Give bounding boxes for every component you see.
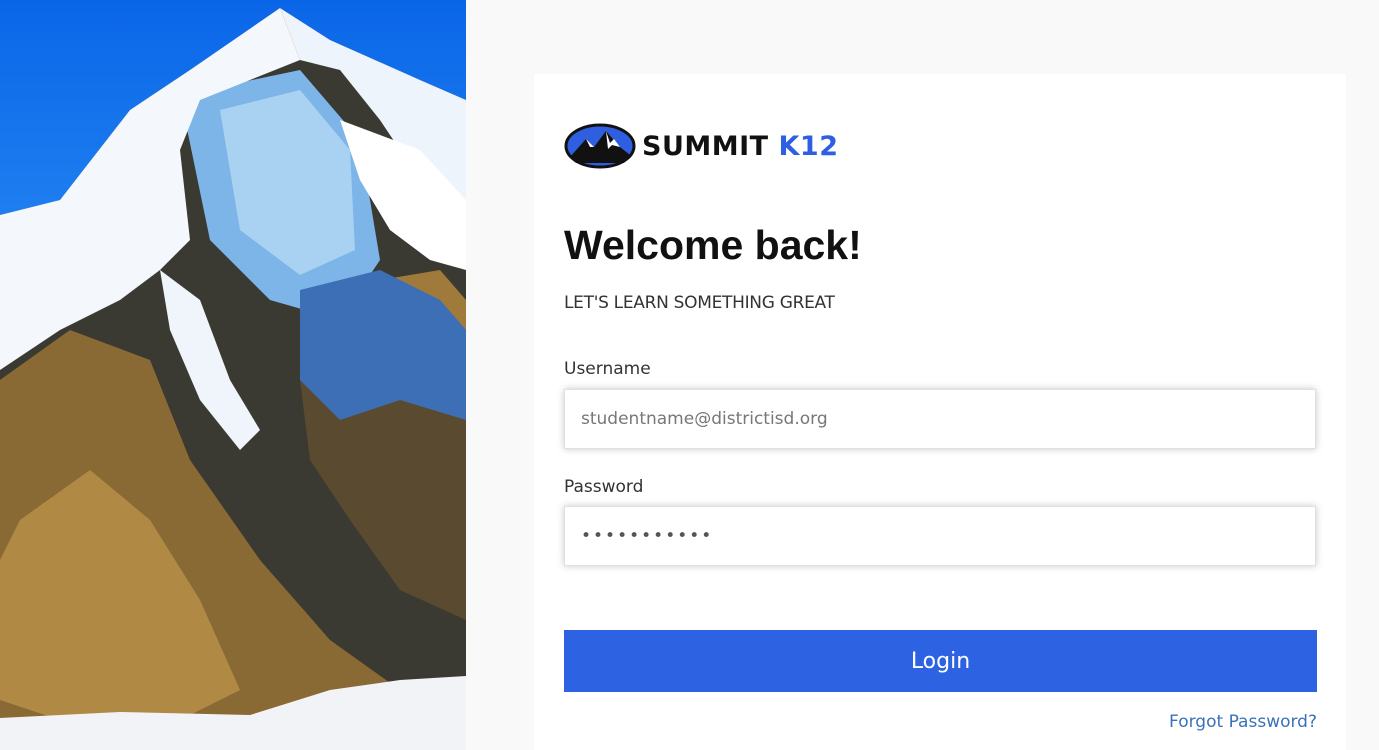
brand-name-suffix: K12 xyxy=(778,130,839,162)
brand-name: SUMMIT K12 xyxy=(642,131,838,162)
hero-mountain-image xyxy=(0,0,466,750)
mountain-logo-icon xyxy=(564,123,636,169)
password-field[interactable] xyxy=(564,506,1316,566)
password-label: Password xyxy=(564,477,644,497)
username-field[interactable] xyxy=(564,389,1316,449)
login-card: SUMMIT K12 Welcome back! LET'S LEARN SOM… xyxy=(534,74,1346,750)
page-subtitle: LET'S LEARN SOMETHING GREAT xyxy=(564,293,835,313)
page-title: Welcome back! xyxy=(564,222,862,268)
brand-logo: SUMMIT K12 xyxy=(564,123,838,169)
forgot-password-link[interactable]: Forgot Password? xyxy=(1169,712,1317,732)
brand-name-prefix: SUMMIT xyxy=(642,130,769,162)
mountain-illustration xyxy=(0,8,466,750)
username-label: Username xyxy=(564,359,651,379)
login-button[interactable]: Login xyxy=(564,630,1317,692)
